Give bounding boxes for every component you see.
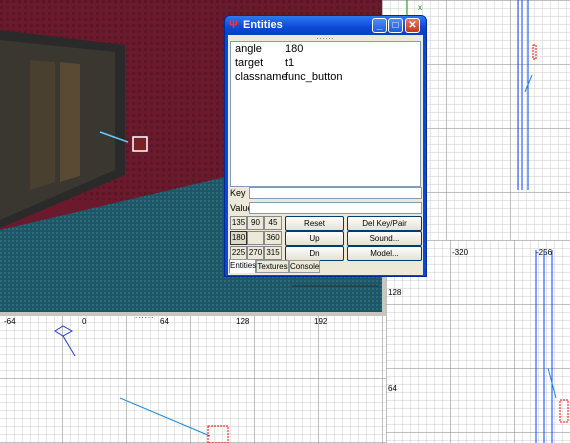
angle-360-button[interactable]: 360 [264,231,282,245]
sound-button[interactable]: Sound... [347,231,422,246]
bottom-left-viewport[interactable]: ...... -64 0 64 128 192 [0,311,386,443]
del-key-pair-button[interactable]: Del Key/Pair [347,216,422,231]
reset-button[interactable]: Reset [285,216,344,231]
window-title: Entities [243,19,283,31]
angle-315-button[interactable]: 315 [264,246,282,260]
angle-45-button[interactable]: 45 [264,216,282,230]
app-icon: Ψ [229,19,238,31]
tab-entities[interactable]: Entities [229,259,256,273]
dn-button[interactable]: Dn [285,246,344,261]
property-value: 180 [285,43,304,55]
angle-225-button[interactable]: 225 [230,246,247,260]
angle-180-button[interactable]: 180 [230,231,247,245]
property-value: func_button [285,71,343,83]
property-list[interactable]: angle 180 target t1 classname func_butto… [230,41,421,187]
angle-270-button[interactable]: 270 [247,246,264,260]
property-key: angle [235,43,262,55]
camera-icon [54,325,74,337]
entities-window[interactable]: Ψ Entities _ □ ✕ ...... angle 180 target… [224,15,427,277]
up-button[interactable]: Up [285,231,344,246]
property-row[interactable]: classname func_button [235,71,415,84]
tab-console[interactable]: Console [289,260,320,273]
angle-135-button[interactable]: 135 [230,216,247,230]
axis-label: x [418,3,422,12]
entities-panel: ...... angle 180 target t1 classname fun… [228,34,423,275]
angle-90-button[interactable]: 90 [247,216,264,230]
property-value: t1 [285,57,295,69]
selection-box [207,425,229,443]
value-input[interactable] [249,202,422,214]
tab-textures[interactable]: Textures [256,260,289,273]
property-row[interactable]: angle 180 [235,43,415,56]
minimize-button[interactable]: _ [372,18,387,33]
close-button[interactable]: ✕ [405,18,420,33]
angle-center-button[interactable] [247,231,264,245]
key-input[interactable] [249,187,422,199]
model-button[interactable]: Model... [347,246,422,261]
func-button [132,136,148,152]
property-key: classname [235,71,288,83]
title-bar[interactable]: Ψ Entities _ □ ✕ [225,16,426,35]
property-row[interactable]: target t1 [235,57,415,70]
key-label: Key [230,188,246,198]
property-key: target [235,57,264,69]
maximize-button[interactable]: □ [388,18,403,33]
